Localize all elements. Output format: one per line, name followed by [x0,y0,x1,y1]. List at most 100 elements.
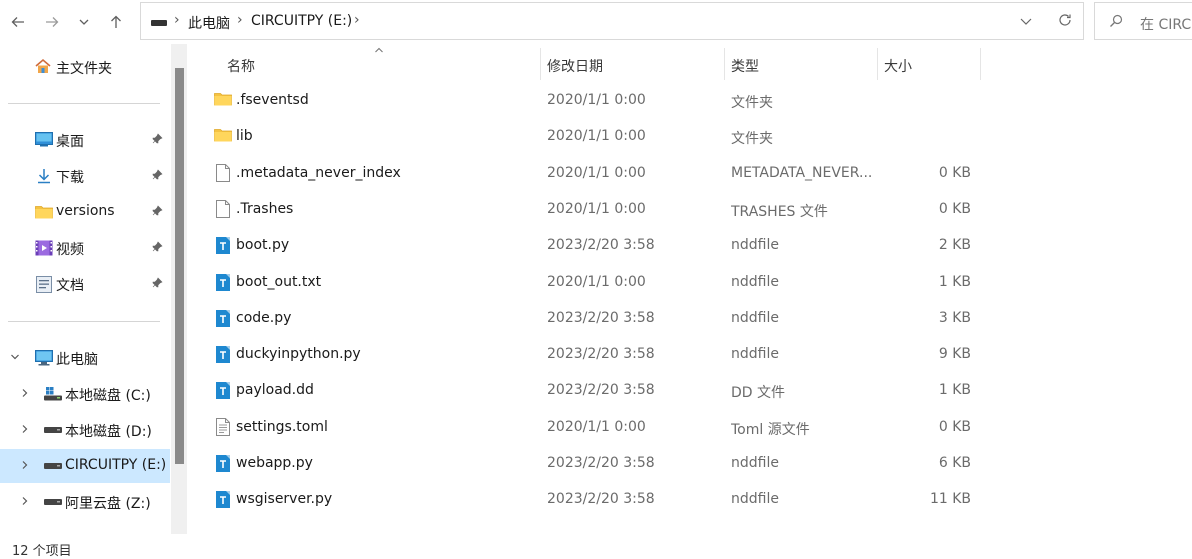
address-bar[interactable]: › 此电脑 › CIRCUITPY (E:) › [140,2,1084,40]
file-row[interactable]: .metadata_never_index 2020/1/1 0:00 METADA… [200,156,1000,192]
pin-icon [152,205,163,216]
file-type: Toml 源文件 [731,421,810,438]
folder-icon [35,206,53,219]
file-row[interactable]: wsgiserver.py 2023/2/20 3:58 nddfile 11 KB [200,482,1000,518]
sidebar-item-drive-z[interactable]: 阿里云盘 (Z:) [0,485,170,519]
chevron-down-icon [79,19,89,25]
recent-locations-button[interactable] [70,8,98,36]
file-row[interactable]: settings.toml 2020/1/1 0:00 Toml 源文件 0 KB [200,410,1000,446]
chevron-right-icon[interactable] [20,424,30,434]
ndd-file-icon [216,309,230,327]
navigation-pane: 主文件夹 桌面 下载 versions 视频 文档 此电脑 本地磁盘 (C:) … [0,44,188,534]
search-placeholder: 在 CIRCU [1140,17,1192,33]
file-date: 2023/2/20 3:58 [547,455,655,471]
sidebar-item-label: 桌面 [56,134,84,150]
column-header-name[interactable]: 名称 [227,56,255,76]
pin-icon [152,241,163,252]
sidebar-item-home[interactable]: 主文件夹 [0,50,170,84]
drive-icon [44,463,62,469]
breadcrumb-this-pc[interactable]: 此电脑 [188,13,230,33]
breadcrumb-circuitpy[interactable]: CIRCUITPY (E:) [251,13,352,29]
file-date: 2023/2/20 3:58 [547,382,655,399]
chevron-right-icon[interactable] [20,496,30,506]
download-icon [38,169,50,184]
ndd-file-icon [216,346,230,364]
sidebar-item-label: 本地磁盘 (C:) [65,388,151,404]
sidebar-scrollbar-thumb[interactable] [175,68,184,464]
column-header-date[interactable]: 修改日期 [547,56,603,76]
chevron-down-icon [1020,18,1032,25]
file-type: nddfile [731,309,779,326]
file-name: payload.dd [236,382,314,399]
sidebar-item-label: 下载 [56,170,84,186]
file-row[interactable]: code.py 2023/2/20 3:58 nddfile 3 KB [200,301,1000,337]
chevron-right-icon[interactable] [20,460,30,470]
sidebar-item-label: 文档 [56,278,84,294]
column-divider[interactable] [980,48,981,80]
sidebar-item-downloads[interactable]: 下载 [0,159,170,193]
refresh-button[interactable] [1057,12,1073,32]
ndd-file-icon [216,382,230,400]
file-date: 2023/2/20 3:58 [547,346,655,363]
file-size: 2 KB [938,237,971,254]
file-type: nddfile [731,237,779,254]
search-icon [1109,14,1123,32]
pin-icon [152,133,163,144]
address-history-button[interactable] [1019,14,1033,32]
file-date: 2023/2/20 3:58 [547,237,655,254]
sidebar-item-label: 视频 [56,242,84,258]
chevron-right-icon[interactable] [20,388,30,398]
sidebar-item-drive-c[interactable]: 本地磁盘 (C:) [0,377,170,411]
sidebar-item-circuitpy[interactable]: CIRCUITPY (E:) [0,449,170,483]
divider [8,321,160,322]
pin-icon [152,277,163,288]
blank-file-icon [216,199,230,218]
arrow-right-icon [46,17,59,27]
sidebar-item-label: 本地磁盘 (D:) [65,424,152,440]
up-button[interactable] [102,8,130,36]
file-type: TRASHES 文件 [731,203,828,220]
file-row[interactable]: .Trashes 2020/1/1 0:00 TRASHES 文件 0 KB [200,192,1000,228]
sidebar-item-versions[interactable]: versions [0,195,170,229]
file-size: 9 KB [938,346,971,363]
sidebar-item-label: CIRCUITPY (E:) [65,457,167,473]
drive-icon [151,20,167,26]
file-size: 0 KB [938,418,971,435]
column-divider[interactable] [877,48,878,80]
file-name: lib [236,128,253,145]
windows-drive-icon [44,387,62,401]
sidebar-item-drive-d[interactable]: 本地磁盘 (D:) [0,413,170,447]
sidebar-item-documents[interactable]: 文档 [0,267,170,301]
file-date: 2020/1/1 0:00 [547,92,646,108]
file-row[interactable]: boot.py 2023/2/20 3:58 nddfile 2 KB [200,228,1000,264]
search-input[interactable]: 在 CIRCU [1094,2,1192,40]
file-type: nddfile [731,273,779,290]
file-row[interactable]: payload.dd 2023/2/20 3:58 DD 文件 1 KB [200,373,1000,409]
column-divider[interactable] [724,48,725,80]
sidebar-item-label: 主文件夹 [56,61,112,77]
file-name: boot_out.txt [236,273,322,290]
sidebar-item-this-pc[interactable]: 此电脑 [0,341,170,375]
file-row[interactable]: duckyinpython.py 2023/2/20 3:58 nddfile 9 K… [200,337,1000,373]
forward-button[interactable] [38,8,66,36]
file-name: .fseventsd [236,92,309,108]
file-size: 11 KB [929,491,971,508]
column-header-type[interactable]: 类型 [731,56,759,76]
blank-file-icon [216,163,230,182]
file-date: 2020/1/1 0:00 [547,164,646,181]
sidebar-item-desktop[interactable]: 桌面 [0,123,170,157]
file-row[interactable]: webapp.py 2023/2/20 3:58 nddfile 6 KB [200,446,1000,482]
chevron-down-icon[interactable] [10,352,20,362]
file-row[interactable]: boot_out.txt 2020/1/1 0:00 nddfile 1 KB [200,265,1000,301]
sidebar-item-label: 阿里云盘 (Z:) [65,496,151,512]
file-name: code.py [236,309,292,326]
column-divider[interactable] [540,48,541,80]
file-row[interactable]: .fseventsd 2020/1/1 0:00 文件夹 [200,83,1000,119]
file-size: 6 KB [938,455,971,471]
file-date: 2020/1/1 0:00 [547,128,646,145]
file-size: 1 KB [938,382,971,399]
sidebar-item-videos[interactable]: 视频 [0,231,170,265]
column-header-size[interactable]: 大小 [884,56,912,76]
back-button[interactable] [4,8,32,36]
file-row[interactable]: lib 2020/1/1 0:00 文件夹 [200,119,1000,155]
